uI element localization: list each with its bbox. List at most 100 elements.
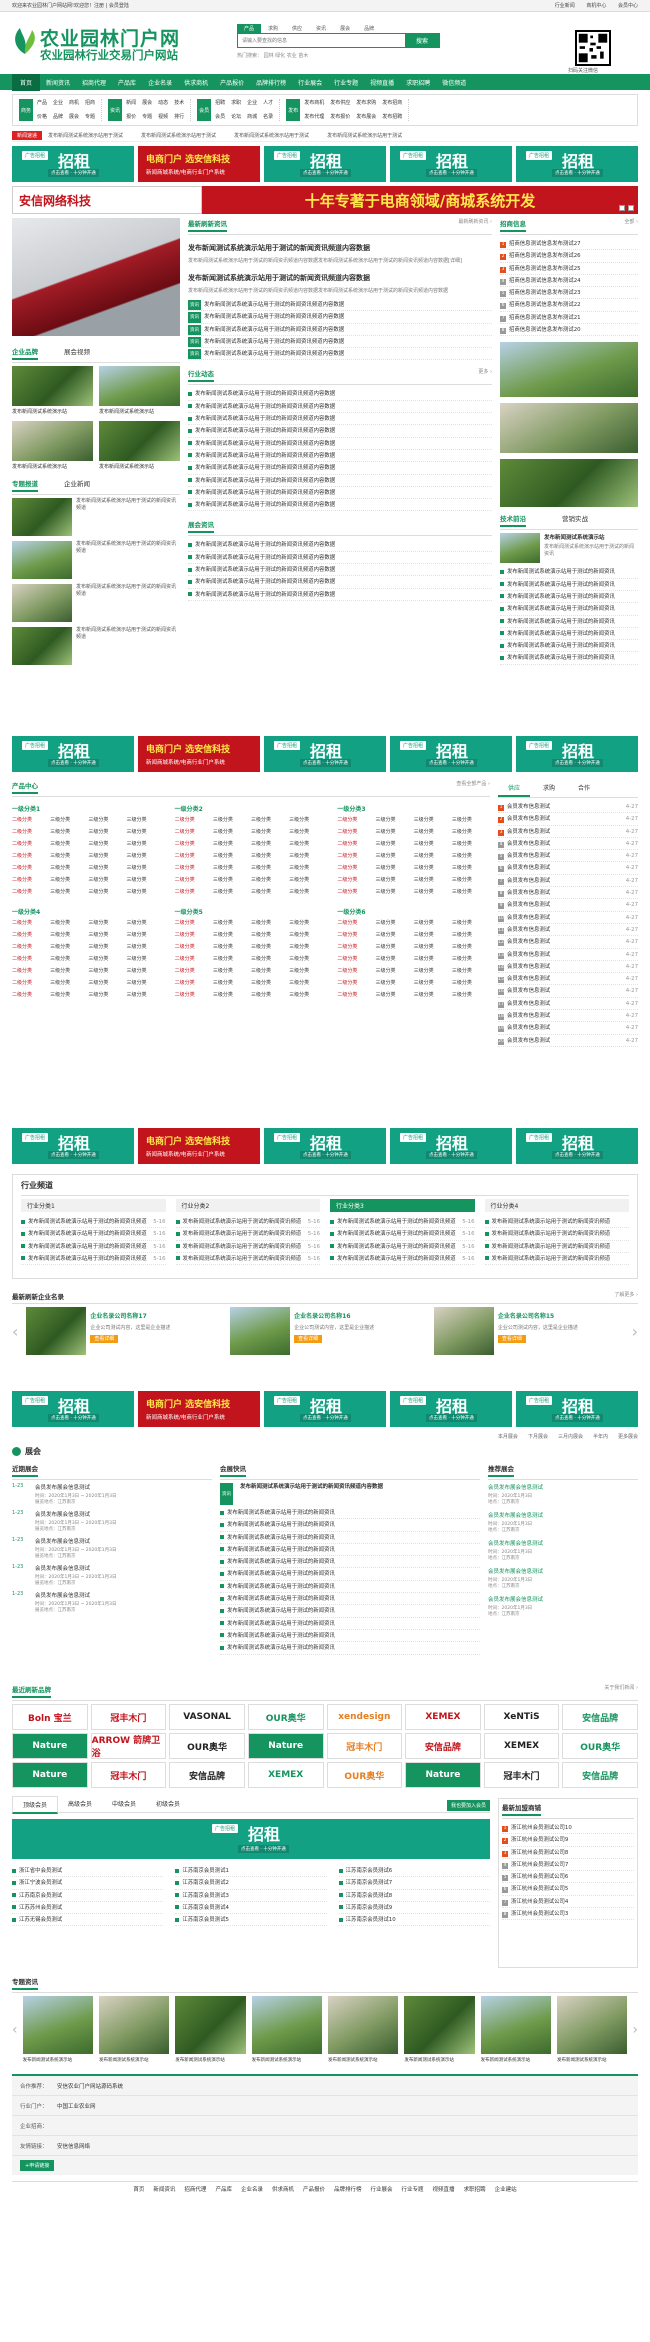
category-link[interactable]: 三级分类 <box>213 828 251 835</box>
company-card[interactable]: 企业名录公司名称16 企业公司测试内容，这里是企业描述 查看详细 <box>230 1307 420 1355</box>
category-link[interactable]: 三级分类 <box>414 864 452 871</box>
brand-logo[interactable]: XEMEX <box>483 1733 560 1759</box>
category-link[interactable]: 三级分类 <box>88 876 126 883</box>
photo-card[interactable]: 发布新闻测试系统演示站 <box>12 421 93 470</box>
channel-item[interactable]: 发布新闻测试系统演示站用于测试的新闻资讯频道 5-16 <box>330 1253 475 1266</box>
brand-more[interactable]: 关于我们新闻 › <box>604 1684 638 1698</box>
brand-logo[interactable]: 安信品牌 <box>562 1704 638 1730</box>
category-link[interactable]: 三级分类 <box>213 943 251 950</box>
channel-item[interactable]: 发布新闻测试系统演示站用于测试的新闻资讯频道 5-16 <box>21 1216 166 1229</box>
subnav-link[interactable]: 人才 <box>263 99 273 108</box>
topic-card[interactable]: 发布新闻测试系统演示站 <box>480 1996 552 2063</box>
expo-filter-link[interactable]: 下月展会 <box>528 1433 548 1440</box>
search-tab[interactable]: 产品 <box>237 24 262 33</box>
industry-more[interactable]: 更多 › <box>478 368 492 382</box>
bottom-nav-link[interactable]: 新闻资讯 <box>153 2185 175 2193</box>
category-link[interactable]: 三级分类 <box>452 931 490 938</box>
ad-tile[interactable]: 广告招租 招租 点击查看 · 十分钟开通 <box>12 736 134 772</box>
supply-item[interactable]: 16 会员发布信息测试 4-27 <box>498 985 638 998</box>
topic-item[interactable]: 发布新闻测试系统演示站用于测试的新闻资讯频道 <box>12 584 180 622</box>
category-link[interactable]: 二级分类 <box>337 955 375 962</box>
brand-logo[interactable]: XEMEX <box>247 1762 324 1788</box>
expo-news-item[interactable]: 发布新闻测试系统演示站用于测试的新闻资讯 <box>220 1544 480 1557</box>
expo-news-item[interactable]: 发布新闻测试系统演示站用于测试的新闻资讯 <box>220 1568 480 1581</box>
category-link[interactable]: 三级分类 <box>88 955 126 962</box>
brand-logo[interactable]: OUR奥华 <box>247 1704 324 1730</box>
channel-item[interactable]: 发布新闻测试系统演示站用于测试的新闻资讯频道 <box>484 1228 629 1241</box>
topic-card[interactable]: 发布新闻测试系统演示站 <box>251 1996 322 2063</box>
category-link[interactable]: 三级分类 <box>50 864 88 871</box>
shop-item[interactable]: 2 浙江杭州会员测试公司9 <box>502 1834 634 1847</box>
category-link[interactable]: 二级分类 <box>337 888 375 895</box>
category-link[interactable]: 三级分类 <box>375 979 413 986</box>
subnav-link[interactable]: 动态 <box>158 99 168 108</box>
category-link[interactable]: 三级分类 <box>414 876 452 883</box>
category-link[interactable]: 三级分类 <box>375 967 413 974</box>
ad-tile[interactable]: 广告招租 招租 点击查看 · 十分钟开通 <box>516 146 638 182</box>
subnav-link[interactable]: 发布报价 <box>330 113 350 122</box>
category-link[interactable]: 三级分类 <box>452 967 490 974</box>
footer-row-value[interactable]: 中国工业农业网 <box>57 2102 96 2110</box>
category-link[interactable]: 三级分类 <box>289 816 327 823</box>
category-link[interactable]: 二级分类 <box>12 967 50 974</box>
ticker-item[interactable]: 发布新闻测试系统演示站用于测试 <box>48 132 123 139</box>
category-link[interactable]: 三级分类 <box>213 955 251 962</box>
subnav-link[interactable]: 报价 <box>126 113 136 122</box>
prev-arrow-icon[interactable]: ‹ <box>12 2022 18 2038</box>
expo-news-item[interactable]: 发布新闻测试系统演示站用于测试的新闻资讯 <box>220 1519 480 1532</box>
news-item[interactable]: 发布新闻测试系统演示站用于测试的新闻资讯频道内容数据 <box>188 552 492 565</box>
subnav-link[interactable]: 发布商机 <box>304 99 324 108</box>
news-item[interactable]: 资讯 发布新闻测试系统演示站用于测试的新闻资讯频道内容数据 <box>188 336 492 349</box>
category-title[interactable]: 一级分类6 <box>337 907 490 916</box>
category-link[interactable]: 三级分类 <box>88 991 126 998</box>
latest-news-more[interactable]: 最新刷新资讯 › <box>458 218 492 232</box>
category-link[interactable]: 二级分类 <box>12 919 50 926</box>
category-link[interactable]: 三级分类 <box>88 919 126 926</box>
tab-tech[interactable]: 技术前沿 <box>500 513 526 528</box>
invest-item[interactable]: 3 招商信息测试信息发布测试25 <box>500 263 638 275</box>
news-item[interactable]: 发布新闻测试系统演示站用于测试的新闻资讯频道内容数据 <box>188 564 492 577</box>
expo-filter-link[interactable]: 更多展会 <box>618 1433 638 1440</box>
category-link[interactable]: 二级分类 <box>175 888 213 895</box>
brand-logo[interactable]: Boln 宝兰 <box>12 1704 88 1730</box>
ad-tile[interactable]: 广告招租 招租 点击查看 · 十分钟开通 <box>264 1128 386 1164</box>
category-link[interactable]: 三级分类 <box>414 828 452 835</box>
news-item[interactable]: 资讯 发布新闻测试系统演示站用于测试的新闻资讯频道内容数据 <box>188 299 492 312</box>
search-tab[interactable]: 展会 <box>333 24 357 33</box>
expo-filter-link[interactable]: 半年内 <box>593 1433 608 1440</box>
supply-item[interactable]: 19 会员发布信息测试 4-27 <box>498 1022 638 1035</box>
subnav-link[interactable]: 产品 <box>37 99 47 108</box>
company-card[interactable]: 企业名录公司名称15 企业公司测试内容，这里是企业描述 查看详细 <box>433 1307 624 1355</box>
category-link[interactable]: 三级分类 <box>251 816 289 823</box>
category-link[interactable]: 三级分类 <box>251 888 289 895</box>
category-link[interactable]: 三级分类 <box>88 931 126 938</box>
subnav-link[interactable]: 技术 <box>174 99 184 108</box>
brand-logo[interactable]: 安信品牌 <box>562 1762 638 1788</box>
product-more[interactable]: 查看全部产品 › <box>456 780 490 794</box>
category-link[interactable]: 二级分类 <box>175 943 213 950</box>
supply-item[interactable]: 18 会员发布信息测试 4-27 <box>498 1010 638 1023</box>
bottom-nav-link[interactable]: 招商代理 <box>184 2185 206 2193</box>
brand-logo[interactable]: XeNTiS <box>483 1704 560 1730</box>
supply-item[interactable]: 10 会员发布信息测试 4-27 <box>498 912 638 924</box>
supply-item[interactable]: 15 会员发布信息测试 4-27 <box>498 973 638 986</box>
recent-expo-item[interactable]: 1-23 会员发布展会信息测试 时间：2020年1月3日 ~ 2020年1月3日 展览… <box>12 1591 212 1613</box>
member-item[interactable]: 江苏南京会员测试 <box>12 1890 164 1902</box>
news-item[interactable]: 发布新闻测试系统演示站用于测试的新闻资讯频道内容数据 <box>188 487 492 500</box>
photo-card[interactable]: 发布新闻测试系统演示站 <box>99 366 180 415</box>
bottom-nav-link[interactable]: 供求商机 <box>272 2185 294 2193</box>
category-link[interactable]: 三级分类 <box>375 888 413 895</box>
category-link[interactable]: 三级分类 <box>414 888 452 895</box>
news-item[interactable]: 发布新闻测试系统演示站用于测试的新闻资讯频道内容数据 <box>188 475 492 487</box>
subnav-link[interactable]: 发布供应 <box>330 99 350 108</box>
news-item[interactable]: 发布新闻测试系统演示站用于测试的新闻资讯频道内容数据 <box>188 589 492 601</box>
expo-headline[interactable]: 资讯 发布新闻测试系统演示站用于测试的新闻资讯频道内容数据 <box>220 1483 480 1505</box>
category-link[interactable]: 二级分类 <box>12 840 50 847</box>
expo-news-item[interactable]: 发布新闻测试系统演示站用于测试的新闻资讯 <box>220 1507 480 1520</box>
brand-logo[interactable]: XEMEX <box>405 1704 481 1730</box>
category-link[interactable]: 三级分类 <box>126 943 164 950</box>
category-link[interactable]: 三级分类 <box>251 967 289 974</box>
ad-tile[interactable]: 广告招租 招租 点击查看 · 十分钟开通 <box>390 736 512 772</box>
category-link[interactable]: 三级分类 <box>289 967 327 974</box>
search-tab[interactable]: 品牌 <box>357 24 381 33</box>
